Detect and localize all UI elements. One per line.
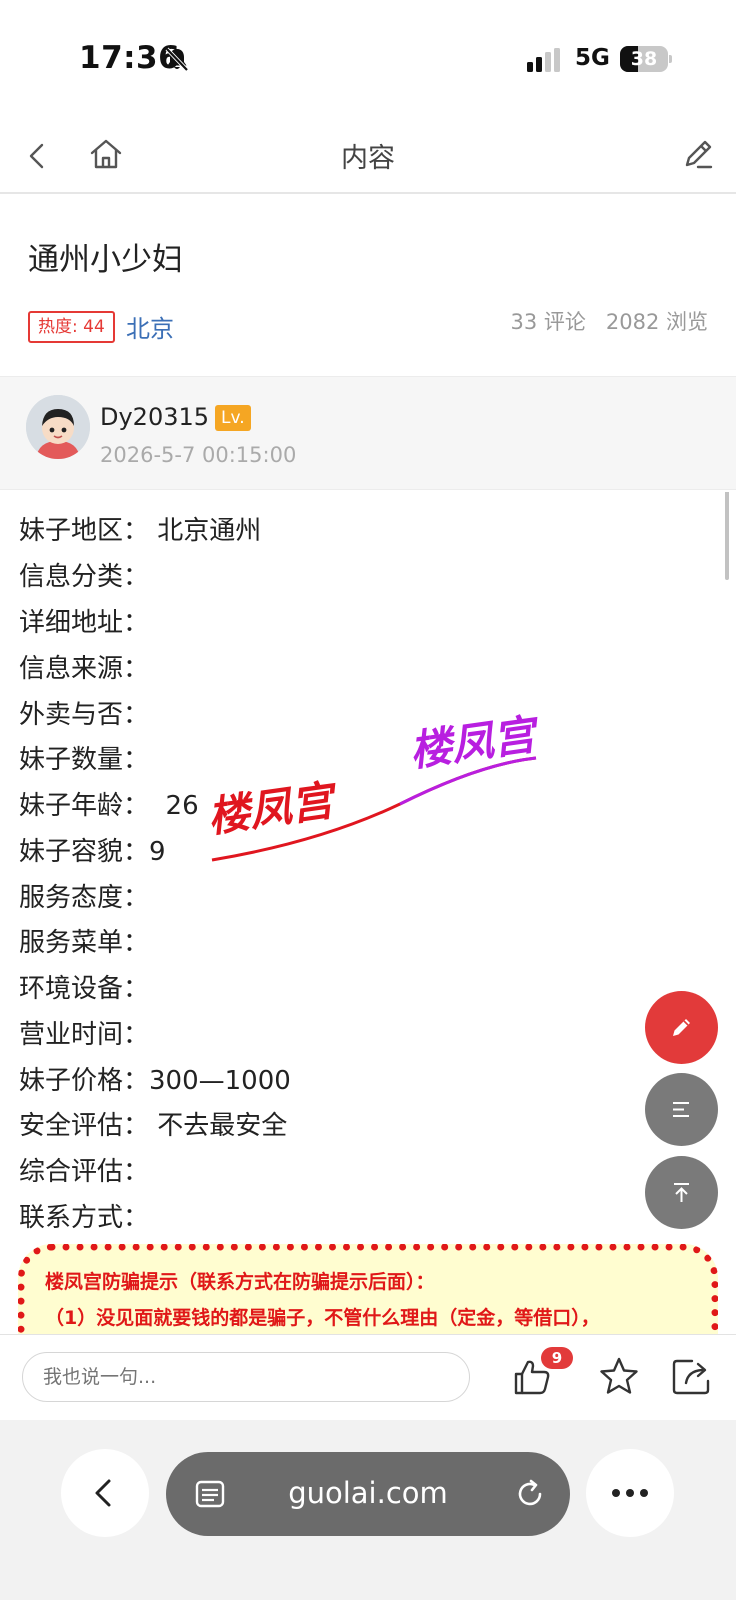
field-value: 北京通州 [149,516,262,546]
field-value: 不去最安全 [149,1111,288,1141]
post-header: 通州小少妇 热度: 44 北京 33 评论 2082 浏览 [0,196,736,376]
field-label: 妹子容貌： [19,837,150,867]
field-label: 环境设备： [19,974,150,1004]
field-row: 妹子地区： 北京通州 [19,510,261,547]
like-count-badge: 9 [541,1347,573,1369]
scrollbar[interactable] [725,492,729,580]
author-name[interactable]: Dy20315 [100,403,209,431]
page-title: 内容 [341,143,395,174]
share-icon[interactable] [670,1355,714,1397]
more-icon [612,1489,648,1497]
field-label: 信息来源： [19,654,150,684]
field-value: 300—1000 [149,1066,291,1096]
fraud-notice: 楼凤宫防骗提示（联系方式在防骗提示后面）： （1）没见面就要钱的都是骗子，不管什… [18,1244,718,1334]
bell-slash-icon [165,47,189,72]
home-icon[interactable] [86,134,126,174]
field-row: 信息分类： [19,556,149,593]
browser-back-button[interactable] [61,1449,149,1537]
author-name-row: Dy20315 Lv. [100,403,251,431]
field-row: 联系方式： [19,1197,149,1234]
field-label: 服务态度： [19,883,150,913]
field-row: 营业时间： [19,1014,149,1051]
field-label: 信息分类： [19,562,150,592]
network-type: 5G [575,45,610,71]
back-icon[interactable] [18,136,58,176]
field-label: 详细地址： [19,608,150,638]
field-label: 安全评估： [19,1111,150,1141]
field-label: 外卖与否： [19,700,150,730]
notice-line-1: 楼凤宫防骗提示（联系方式在防骗提示后面）： [45,1271,435,1293]
field-row: 妹子容貌：9 [19,831,166,868]
back-to-top-button[interactable] [645,1156,718,1229]
notice-line-2: （1）没见面就要钱的都是骗子，不管什么理由（定金，等借口）， [45,1307,600,1329]
comment-input[interactable] [22,1352,470,1402]
field-label: 妹子年龄： [19,791,150,821]
avatar[interactable] [26,395,90,459]
battery-icon: 38 [620,46,672,72]
field-label: 妹子数量： [19,745,150,775]
star-icon[interactable] [598,1355,640,1397]
field-label: 妹子地区： [19,516,150,546]
signal-icon [527,48,560,72]
field-row: 服务态度： [19,877,149,914]
outline-button[interactable] [645,1073,718,1146]
author-bar: Dy20315 Lv. 2026-5-7 00:15:00 [0,376,736,490]
more-button[interactable] [586,1449,674,1537]
list-icon [673,1102,689,1117]
address-bar[interactable]: guolai.com [166,1452,570,1536]
field-row: 信息来源： [19,648,149,685]
post-stats: 33 评论 2082 浏览 [490,306,708,336]
heat-badge: 热度: 44 [28,311,115,343]
browser-toolbar: guolai.com [0,1420,736,1600]
comment-count: 33 评论 [510,310,586,334]
back-icon [95,1479,111,1507]
reload-icon[interactable] [514,1478,546,1510]
field-label: 妹子价格： [19,1066,150,1096]
pencil-icon [673,1019,690,1036]
view-count: 2082 浏览 [605,310,708,334]
to-top-icon [674,1183,689,1202]
tabs-icon[interactable] [194,1478,226,1510]
field-row: 妹子数量： [19,739,149,776]
field-row: 安全评估： 不去最安全 [19,1105,287,1142]
field-row: 外卖与否： [19,694,149,731]
write-button[interactable] [645,991,718,1064]
field-value: 9 [149,837,166,867]
battery-percent: 38 [630,48,658,70]
field-row: 详细地址： [19,602,149,639]
field-label: 联系方式： [19,1203,150,1233]
field-row: 服务菜单： [19,922,149,959]
field-label: 综合评估： [19,1157,150,1187]
url-text: guolai.com [288,1476,448,1510]
field-row: 妹子价格：300—1000 [19,1060,291,1097]
field-row: 环境设备： [19,968,149,1005]
post-title: 通州小少妇 [28,242,183,278]
watermark-text-2: 楼凤宫 [407,709,545,776]
post-time: 2026-5-7 00:15:00 [100,443,297,467]
field-label: 服务菜单： [19,928,150,958]
comment-bar: 9 [0,1334,736,1420]
edit-icon[interactable] [678,134,718,174]
field-row: 妹子年龄： 26 [19,785,199,822]
nav-bar: 内容 [0,118,736,194]
status-bar: 17:36 5G 38 [0,0,736,118]
field-value: 26 [149,791,199,821]
watermark-text-1: 楼凤宫 [205,775,343,842]
field-label: 营业时间： [19,1020,150,1050]
level-badge: Lv. [215,405,251,431]
region-link[interactable]: 北京 [126,309,174,344]
watermark: 楼凤宫 楼凤宫 [205,709,545,862]
post-content: 妹子地区： 北京通州 信息分类： 详细地址： 信息来源： 外卖与否： 妹子数量：… [0,492,736,1334]
field-row: 综合评估： [19,1151,149,1188]
